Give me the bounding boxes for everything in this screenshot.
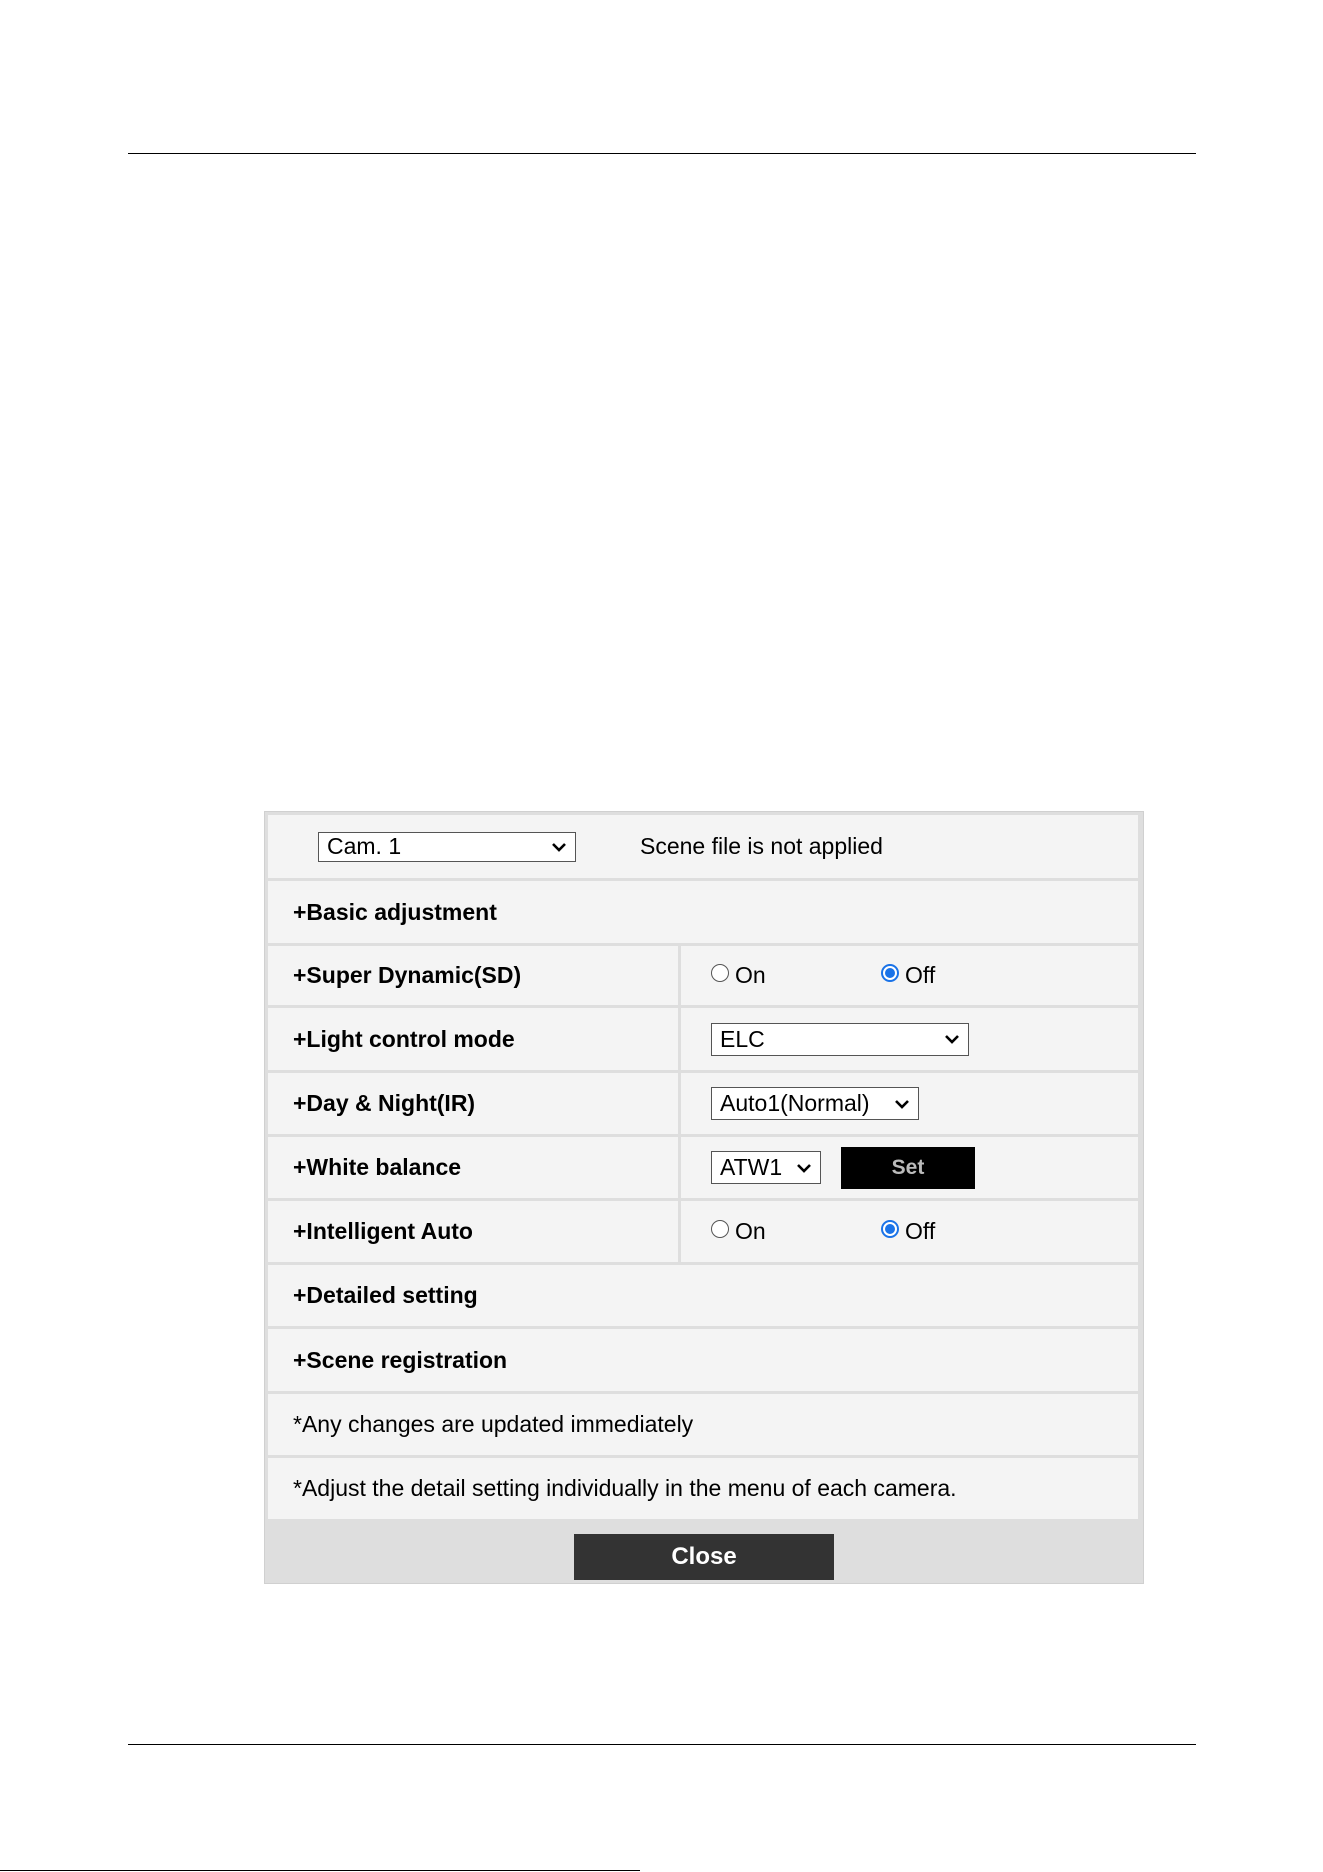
basic-adjustment-row[interactable]: +Basic adjustment xyxy=(268,881,1138,943)
light-control-value: ELC xyxy=(720,1025,765,1052)
camera-row: Cam. 1 Scene file is not applied xyxy=(268,815,1138,878)
detailed-setting-link[interactable]: +Detailed setting xyxy=(268,1282,478,1309)
intelligent-auto-radio-group: On Off xyxy=(711,1218,935,1245)
day-night-row: +Day & Night(IR) Auto1(Normal) xyxy=(268,1073,1138,1134)
white-balance-value: ATW1 xyxy=(720,1154,783,1180)
footer-rule xyxy=(128,1744,1196,1745)
note-immediate-text: *Any changes are updated immediately xyxy=(293,1411,694,1437)
day-night-link[interactable]: +Day & Night(IR) xyxy=(268,1090,475,1117)
chevron-down-icon xyxy=(794,1158,814,1178)
camera-settings-panel: Cam. 1 Scene file is not applied +Basic … xyxy=(264,811,1144,1584)
white-balance-link[interactable]: +White balance xyxy=(268,1154,461,1181)
radio-label-off: Off xyxy=(905,962,936,988)
super-dynamic-link[interactable]: +Super Dynamic(SD) xyxy=(268,962,521,989)
radio-checked-icon xyxy=(881,1219,899,1238)
basic-adjustment-link[interactable]: +Basic adjustment xyxy=(268,899,497,926)
intelligent-auto-row: +Intelligent Auto On Off xyxy=(268,1201,1138,1262)
intelligent-auto-on-radio[interactable]: On xyxy=(711,1218,881,1245)
chevron-down-icon xyxy=(892,1094,912,1114)
intelligent-auto-off-radio[interactable]: Off xyxy=(881,1218,935,1245)
day-night-select[interactable]: Auto1(Normal) xyxy=(711,1087,919,1120)
detailed-setting-row[interactable]: +Detailed setting xyxy=(268,1265,1138,1326)
radio-label-off: Off xyxy=(905,1218,936,1244)
note-row-detail: *Adjust the detail setting individually … xyxy=(268,1458,1138,1519)
scene-status-text: Scene file is not applied xyxy=(640,833,883,859)
light-control-row: +Light control mode ELC xyxy=(268,1008,1138,1070)
note-detail-text: *Adjust the detail setting individually … xyxy=(293,1475,957,1501)
white-balance-row: +White balance ATW1 Set xyxy=(268,1137,1138,1198)
camera-select[interactable]: Cam. 1 xyxy=(318,831,576,862)
radio-label-on: On xyxy=(735,1218,766,1244)
radio-unchecked-icon xyxy=(711,963,729,982)
intelligent-auto-link[interactable]: +Intelligent Auto xyxy=(268,1218,473,1245)
super-dynamic-row: +Super Dynamic(SD) On Off xyxy=(268,946,1138,1005)
light-control-select[interactable]: ELC xyxy=(711,1022,969,1056)
super-dynamic-radio-group: On Off xyxy=(711,962,935,989)
camera-select-value: Cam. 1 xyxy=(327,833,402,859)
radio-label-on: On xyxy=(735,962,766,988)
chevron-down-icon xyxy=(549,837,569,857)
light-control-link[interactable]: +Light control mode xyxy=(268,1026,515,1053)
close-button[interactable]: Close xyxy=(574,1534,834,1580)
radio-unchecked-icon xyxy=(711,1219,729,1238)
header-rule xyxy=(128,153,1196,154)
chevron-down-icon xyxy=(942,1029,962,1049)
white-balance-select[interactable]: ATW1 xyxy=(711,1151,821,1184)
radio-checked-icon xyxy=(881,963,899,982)
white-balance-set-button[interactable]: Set xyxy=(841,1146,975,1189)
day-night-value: Auto1(Normal) xyxy=(720,1090,870,1116)
note-row-immediate: *Any changes are updated immediately xyxy=(268,1394,1138,1455)
super-dynamic-on-radio[interactable]: On xyxy=(711,962,881,989)
footnote-separator xyxy=(0,1870,640,1871)
scene-registration-link[interactable]: +Scene registration xyxy=(268,1347,507,1374)
scene-registration-row[interactable]: +Scene registration xyxy=(268,1329,1138,1391)
super-dynamic-off-radio[interactable]: Off xyxy=(881,962,935,989)
